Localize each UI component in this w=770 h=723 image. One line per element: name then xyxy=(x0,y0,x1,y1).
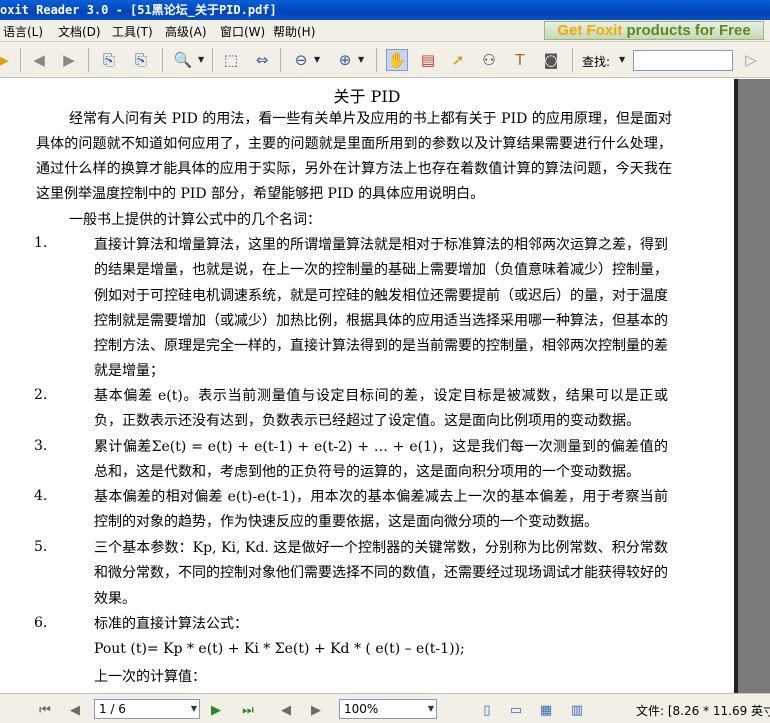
toolbar-separator xyxy=(212,48,213,72)
next-page-icon[interactable]: ▶ xyxy=(207,701,225,719)
zoom-value: 100% xyxy=(344,702,379,716)
item-number: 2. xyxy=(34,387,48,403)
menu-language[interactable]: 语言(L) xyxy=(3,23,43,40)
prev-page-icon[interactable]: ◀ xyxy=(66,701,84,719)
facing-icon[interactable]: ▦ xyxy=(537,701,555,719)
last-line: 上一次的计算值： xyxy=(94,669,206,685)
rotate-right-icon[interactable]: ⎘ xyxy=(130,49,152,71)
promo-text-brand: Get Foxit xyxy=(557,22,623,39)
find-label: 查找: xyxy=(582,55,611,69)
subheading: 一般书上提供的计算公式中的几个名词： xyxy=(69,212,321,228)
promo-banner[interactable]: Get Foxit products for Free xyxy=(544,21,764,40)
zoom-select-dropdown-icon[interactable]: ▼ xyxy=(428,700,434,718)
window-title: oxit Reader 3.0 - [51黑论坛_关于PID.pdf] xyxy=(0,0,770,20)
menu-tools[interactable]: 工具(T) xyxy=(112,23,153,40)
back-icon[interactable]: ◀ xyxy=(28,49,50,71)
continuous-facing-icon[interactable]: ▥ xyxy=(568,701,586,719)
snapshot-icon[interactable]: ▤ xyxy=(417,49,439,71)
item-number: 5. xyxy=(34,539,48,555)
list-item: 累计偏差Σe(t) = e(t) + e(t-1) + e(t-2) + … +… xyxy=(94,439,668,481)
find-next-icon[interactable]: ▷ xyxy=(740,49,762,71)
toolbar-separator xyxy=(88,48,89,72)
promo-text: products for Free xyxy=(622,22,751,39)
list-item: 三个基本参数：Kp, Ki, Kd. 这是做好一个控制器的关键常数，分别称为比例… xyxy=(94,540,668,607)
fit-page-icon[interactable]: ⬚ xyxy=(220,49,242,71)
item-number: 4. xyxy=(34,488,48,504)
select-arrow-icon[interactable]: ➚ xyxy=(447,49,469,71)
fit-width-icon[interactable]: ⇔ xyxy=(251,49,273,71)
list-item: 直接计算法和增量算法，这里的所谓增量算法就是相对于标准算法的相邻两次运算之差，得… xyxy=(94,237,668,380)
toolbar-separator xyxy=(280,48,281,72)
history-back-icon[interactable]: ◀ xyxy=(277,701,295,719)
menu-advanced[interactable]: 高级(A) xyxy=(165,23,207,40)
first-page-icon[interactable]: ⏮ xyxy=(36,701,54,719)
page-number-value: 1 / 6 xyxy=(99,702,126,716)
item-number: 6. xyxy=(34,615,48,631)
page-background xyxy=(734,79,770,693)
single-page-icon[interactable]: ▯ xyxy=(478,701,496,719)
document-title: 关于 PID xyxy=(333,87,401,106)
page-number-field[interactable]: 1 / 6 ▼ xyxy=(94,699,200,719)
rotate-left-icon[interactable]: ⎘ xyxy=(98,49,120,71)
toolbar: ▶ ◀ ▶ ⎘ ⎘ 🔍 ▼ ⬚ ⇔ ⊖ ▼ ⊕ ▼ ✋ ▤ ➚ ⚇ T ◙ 查找… xyxy=(0,42,770,78)
zoom-in-dropdown-icon[interactable]: ▼ xyxy=(358,55,364,64)
toolbar-separator xyxy=(376,48,377,72)
zoom-in-icon[interactable]: 🔍 xyxy=(172,49,194,71)
zoom-out-icon[interactable]: ⊖ xyxy=(290,49,312,71)
last-page-icon[interactable]: ⏭ xyxy=(239,701,257,719)
forward-icon[interactable]: ▶ xyxy=(58,49,80,71)
page-shadow xyxy=(734,79,738,693)
zoom-in-plus-icon[interactable]: ⊕ xyxy=(334,49,356,71)
menu-help[interactable]: 帮助(H) xyxy=(273,23,315,40)
item-number: 3. xyxy=(34,438,48,454)
toolbar-separator xyxy=(20,48,21,72)
list-item: 基本偏差的相对偏差 e(t)-e(t-1)，用本次的基本偏差减去上一次的基本偏差… xyxy=(94,489,668,531)
list-item: 基本偏差 e(t)。表示当前测量值与设定目标间的差，设定目标是被减数，结果可以是… xyxy=(94,388,668,430)
camera-icon[interactable]: ◙ xyxy=(540,49,562,71)
pid-formula: Pout (t)= Kp * e(t) + Ki * Σe(t) + Kd * … xyxy=(94,641,465,657)
zoom-out-dropdown-icon[interactable]: ▼ xyxy=(314,55,320,64)
status-bar: ⏮ ◀ 1 / 6 ▼ ▶ ⏭ ◀ ▶ 100% ▼ ▯ ▭ ▦ ▥ 文件: [8.… xyxy=(0,693,770,723)
page-dropdown-icon[interactable]: ▼ xyxy=(191,700,197,718)
menu-document[interactable]: 文档(D) xyxy=(58,23,101,40)
find-input[interactable] xyxy=(633,50,733,71)
zoom-dropdown-icon[interactable]: ▼ xyxy=(198,55,204,64)
open-icon[interactable]: ▶ xyxy=(0,49,14,71)
intro-paragraph: 经常有人问有关 PID 的用法，看一些有关单片及应用的书上都有关于 PID 的应… xyxy=(36,111,672,202)
binoculars-icon[interactable]: ⚇ xyxy=(478,49,500,71)
list-item: 标准的直接计算法公式： xyxy=(94,616,248,632)
toolbar-separator xyxy=(162,48,163,72)
document-page: 关于 PID 经常有人问有关 PID 的用法，看一些有关单片及应用的书上都有关于… xyxy=(0,79,734,693)
history-forward-icon[interactable]: ▶ xyxy=(307,701,325,719)
zoom-select[interactable]: 100% ▼ xyxy=(339,699,437,719)
find-options-dropdown-icon[interactable]: ▼ xyxy=(619,55,625,64)
hand-tool-icon[interactable]: ✋ xyxy=(386,49,408,71)
toolbar-separator xyxy=(572,48,573,72)
menu-window[interactable]: 窗口(W) xyxy=(220,23,265,40)
text-select-icon[interactable]: T xyxy=(509,49,531,71)
item-number: 1. xyxy=(34,235,48,251)
document-size: 文件: [8.26 * 11.69 英寸] xyxy=(636,704,770,718)
continuous-icon[interactable]: ▭ xyxy=(507,701,525,719)
